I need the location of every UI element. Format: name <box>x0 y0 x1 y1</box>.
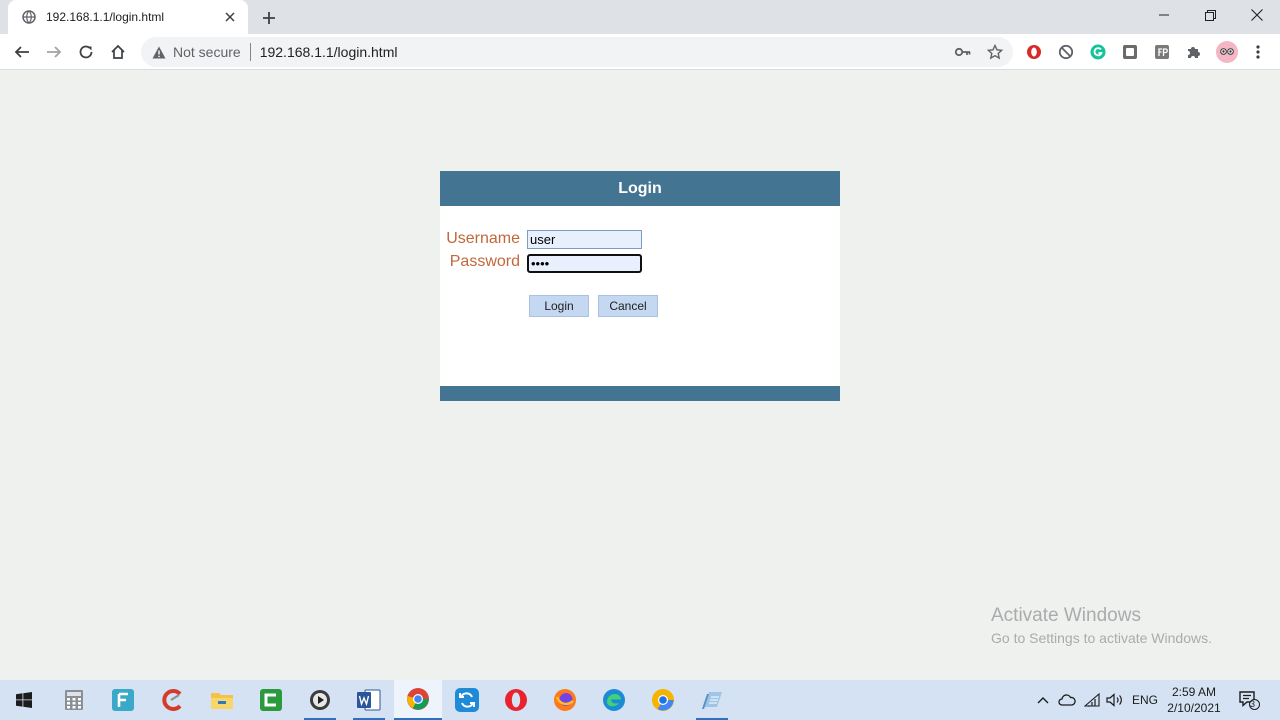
chrome-taskbar-icon[interactable] <box>394 680 442 720</box>
activation-subtitle: Go to Settings to activate Windows. <box>991 630 1212 646</box>
tab-strip: 192.168.1.1/login.html <box>0 0 1280 34</box>
block-icon[interactable] <box>1055 41 1077 63</box>
activation-title: Activate Windows <box>991 605 1141 626</box>
windows-start-icon[interactable] <box>0 680 48 720</box>
taskbar: ENG 2:59 AM 2/10/2021 3 <box>0 680 1280 720</box>
security-label[interactable]: Not secure <box>173 44 241 60</box>
clock-date: 2/10/2021 <box>1167 701 1221 715</box>
restore-icon[interactable] <box>1187 0 1233 30</box>
warning-triangle-icon[interactable] <box>151 44 167 60</box>
minimize-icon[interactable] <box>1141 0 1187 30</box>
edge-icon[interactable] <box>590 680 638 720</box>
word-icon[interactable] <box>345 680 393 720</box>
close-icon[interactable] <box>222 9 238 25</box>
omnibox-divider <box>249 43 251 61</box>
grammarly-icon[interactable] <box>1087 41 1109 63</box>
volume-icon[interactable] <box>1104 680 1126 720</box>
firefox-icon[interactable] <box>541 680 589 720</box>
profile-avatar[interactable] <box>1215 40 1239 64</box>
opera-icon[interactable] <box>492 680 540 720</box>
globe-icon <box>21 9 37 25</box>
clock[interactable]: 2:59 AM 2/10/2021 <box>1164 684 1224 716</box>
notebook-app-icon[interactable] <box>688 680 736 720</box>
browser-tab[interactable]: 192.168.1.1/login.html <box>8 0 248 34</box>
window-close-icon[interactable] <box>1234 0 1280 30</box>
login-button[interactable]: Login <box>529 295 589 317</box>
browser-toolbar: Not secure 192.168.1.1/login.html <box>0 34 1280 70</box>
star-icon[interactable] <box>983 40 1007 64</box>
password-label: Password <box>449 253 520 270</box>
calculator-icon[interactable] <box>50 680 98 720</box>
f-app-icon[interactable] <box>99 680 147 720</box>
url-text[interactable]: 192.168.1.1/login.html <box>260 44 398 60</box>
plus-icon[interactable] <box>258 7 280 29</box>
notification-icon[interactable]: 3 <box>1235 680 1263 720</box>
key-icon[interactable] <box>951 40 975 64</box>
puzzle-icon[interactable] <box>1183 41 1205 63</box>
cancel-button[interactable]: Cancel <box>598 295 658 317</box>
address-bar[interactable]: Not secure 192.168.1.1/login.html <box>141 37 1013 67</box>
ext-fb-icon[interactable] <box>1151 41 1173 63</box>
arrow-left-icon[interactable] <box>8 38 36 66</box>
login-title: Login <box>440 171 840 206</box>
arrow-right-icon[interactable] <box>40 38 68 66</box>
camtasia-icon[interactable] <box>247 680 295 720</box>
password-input[interactable] <box>527 254 642 273</box>
opera-ext-icon[interactable] <box>1023 41 1045 63</box>
menu-dots-icon[interactable] <box>1247 41 1269 63</box>
login-panel: Login Username Password Login Cancel <box>440 171 840 401</box>
ccleaner-icon[interactable] <box>149 680 197 720</box>
reload-icon[interactable] <box>72 38 100 66</box>
file-explorer-icon[interactable] <box>198 680 246 720</box>
username-label: Username <box>446 230 520 247</box>
activation-watermark: Activate Windows Go to Settings to activ… <box>991 605 1212 646</box>
username-input[interactable] <box>527 230 642 249</box>
ext-box-icon[interactable] <box>1119 41 1141 63</box>
clock-time: 2:59 AM <box>1171 685 1217 699</box>
home-icon[interactable] <box>104 38 132 66</box>
sync-app-icon[interactable] <box>443 680 491 720</box>
tab-title: 192.168.1.1/login.html <box>46 10 165 24</box>
chrome-canary-icon[interactable] <box>639 680 687 720</box>
notification-count: 3 <box>1250 699 1256 709</box>
wifi-icon[interactable] <box>1081 680 1103 720</box>
language-indicator[interactable]: ENG <box>1130 680 1160 720</box>
login-footer-bar <box>440 386 840 401</box>
onedrive-icon[interactable] <box>1056 680 1078 720</box>
chevron-up-icon[interactable] <box>1034 680 1052 720</box>
media-player-icon[interactable] <box>296 680 344 720</box>
